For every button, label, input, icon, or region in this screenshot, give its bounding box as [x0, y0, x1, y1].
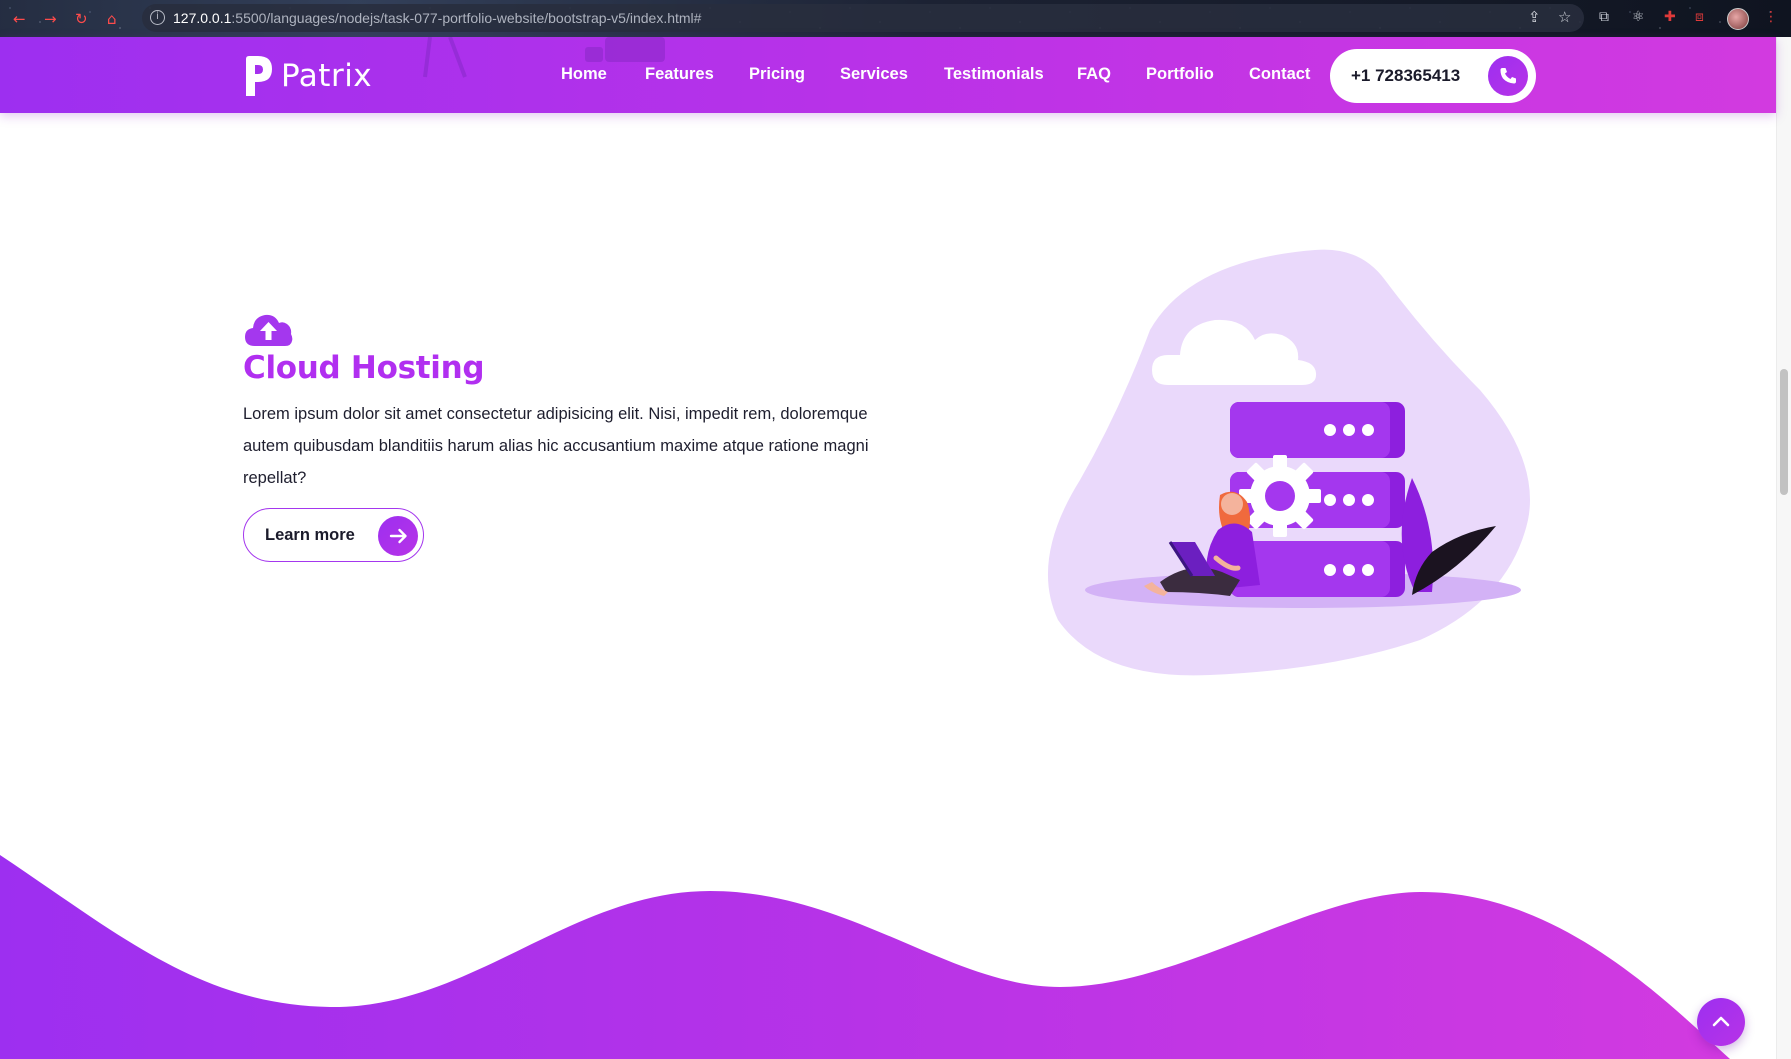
- share-icon[interactable]: ⇪: [1528, 8, 1541, 26]
- nav-link-contact[interactable]: Contact: [1249, 65, 1310, 84]
- footer-wave: [0, 855, 1730, 1059]
- back-icon[interactable]: ←: [13, 10, 26, 28]
- reload-icon[interactable]: ↻: [75, 10, 88, 28]
- nav-link-portfolio[interactable]: Portfolio: [1146, 65, 1214, 84]
- brand-logo[interactable]: Patrix: [243, 55, 372, 97]
- feature-description: Lorem ipsum dolor sit amet consectetur a…: [243, 405, 869, 487]
- phone-call-button[interactable]: +1 728365413: [1330, 49, 1536, 103]
- nav-link-services[interactable]: Services: [840, 65, 908, 84]
- phone-icon: [1488, 56, 1528, 96]
- nav-link-faq[interactable]: FAQ: [1077, 65, 1111, 84]
- page: ← → ↻ ⌂ i 127.0.0.1:5500/languages/nodej…: [0, 0, 1791, 1059]
- nav-link-features[interactable]: Features: [645, 65, 714, 84]
- browser-toolbar: ← → ↻ ⌂ i 127.0.0.1:5500/languages/nodej…: [0, 0, 1791, 37]
- url-text[interactable]: 127.0.0.1:5500/languages/nodejs/task-077…: [173, 10, 701, 26]
- bookmark-star-icon[interactable]: ☆: [1558, 8, 1571, 26]
- feature-title: Cloud Hosting: [243, 350, 485, 386]
- nav-link-testimonials[interactable]: Testimonials: [944, 65, 1044, 84]
- extension-icon[interactable]: ⧉: [1599, 9, 1609, 25]
- nav-link-pricing[interactable]: Pricing: [749, 65, 805, 84]
- chevron-up-icon: [1712, 1016, 1730, 1027]
- address-bar[interactable]: i 127.0.0.1:5500/languages/nodejs/task-0…: [142, 4, 1584, 32]
- forward-icon[interactable]: →: [44, 10, 57, 28]
- cloud-hosting-illustration: [1047, 249, 1530, 676]
- nav-link-home[interactable]: Home: [561, 65, 607, 84]
- brand-name: Patrix: [281, 58, 373, 94]
- extension-puzzle-icon[interactable]: ✚: [1664, 9, 1676, 25]
- back-to-top-button[interactable]: [1697, 998, 1745, 1046]
- home-icon[interactable]: ⌂: [107, 10, 117, 28]
- site-info-icon[interactable]: i: [150, 10, 165, 25]
- brand-p-icon: [246, 56, 272, 96]
- cloud-upload-icon: [245, 314, 293, 346]
- extension-icon-2[interactable]: ⧈: [1695, 9, 1704, 25]
- learn-more-button[interactable]: Learn more: [243, 508, 424, 562]
- learn-more-label: Learn more: [265, 526, 355, 544]
- site-navbar: Patrix Home Features Pricing Services Te…: [0, 37, 1776, 113]
- phone-number: +1 728365413: [1351, 66, 1461, 85]
- scrollbar-thumb[interactable]: [1780, 369, 1788, 495]
- menu-kebab-icon[interactable]: ⋮: [1764, 9, 1778, 25]
- react-devtools-icon[interactable]: ⚛: [1632, 9, 1645, 25]
- arrow-right-icon: [378, 516, 418, 556]
- profile-avatar[interactable]: [1727, 8, 1749, 30]
- page-scrollbar[interactable]: [1776, 37, 1791, 1059]
